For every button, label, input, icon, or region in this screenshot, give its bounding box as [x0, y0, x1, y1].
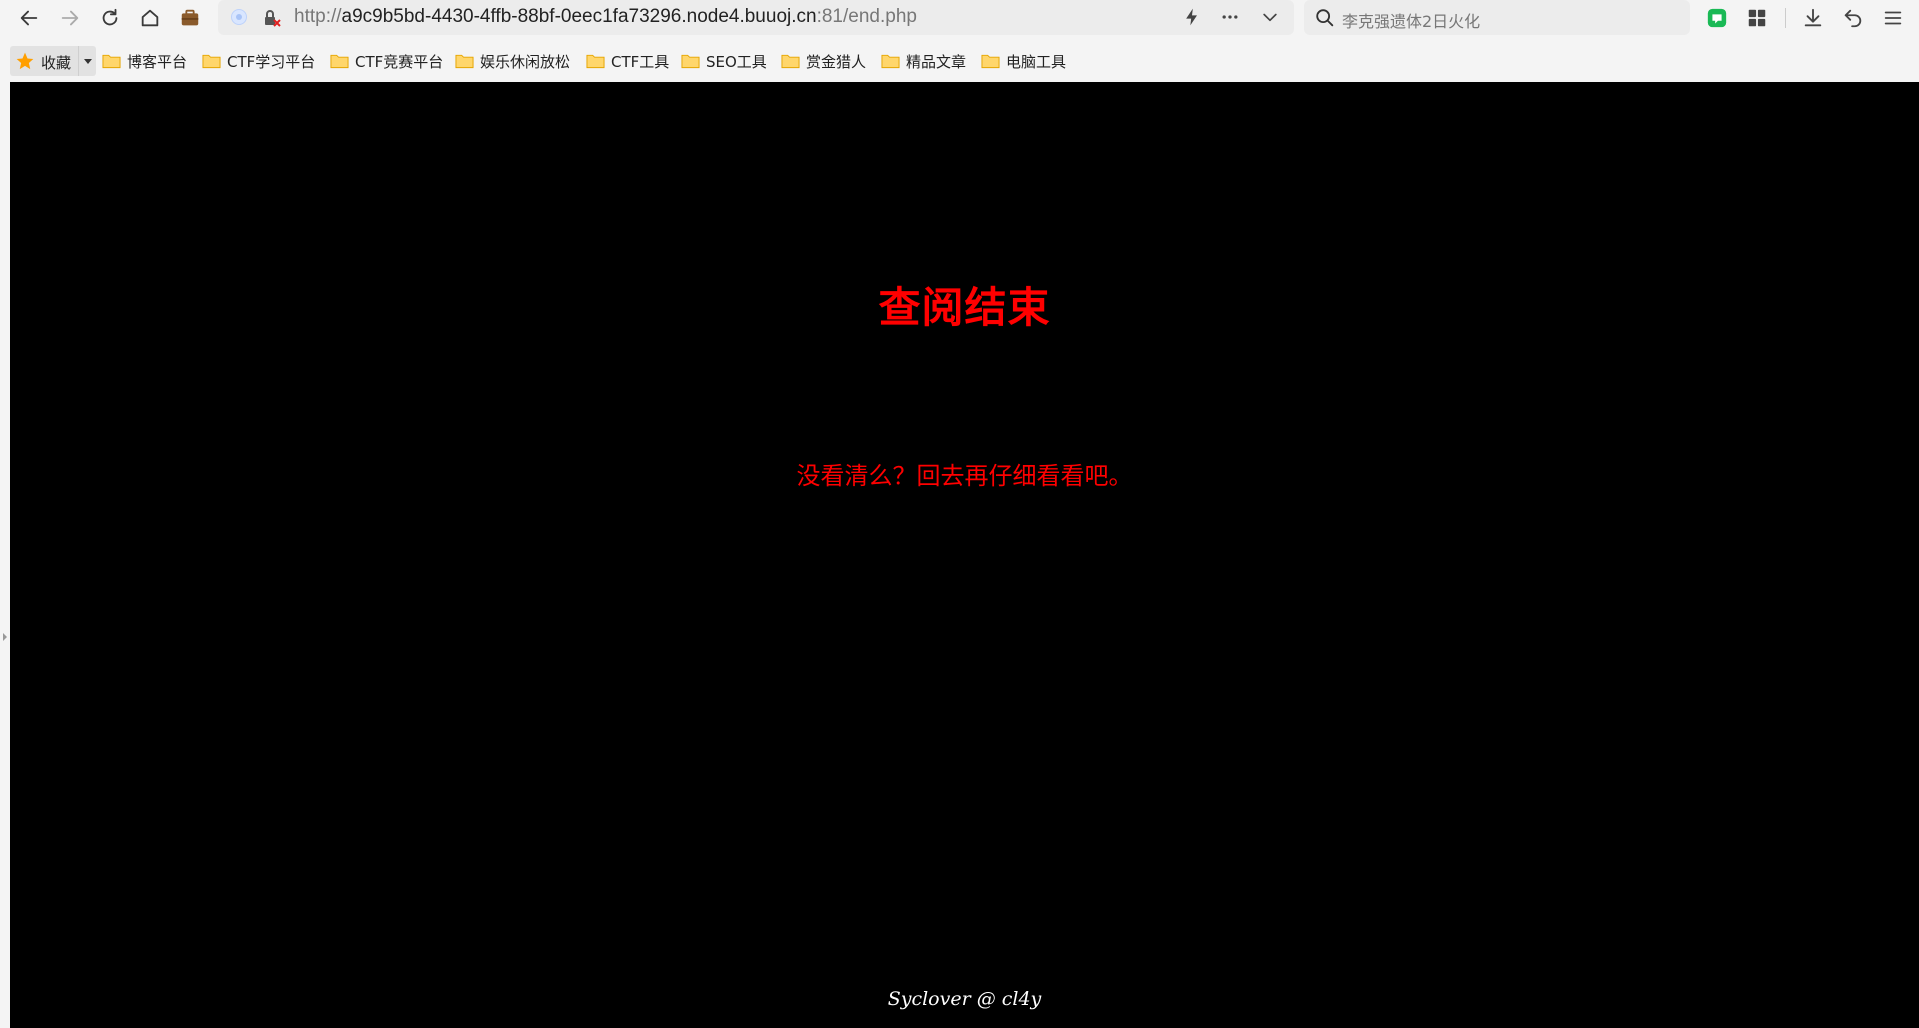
folder-icon [781, 54, 800, 69]
url-text[interactable]: http://a9c9b5bd-4430-4ffb-88bf-0eec1fa73… [294, 6, 917, 28]
wechat-icon [1707, 8, 1727, 28]
bookmark-label: CTF竞赛平台 [355, 52, 444, 71]
wechat-button[interactable] [1701, 2, 1733, 34]
search-box[interactable]: 李克强遗体2日火化 [1304, 0, 1690, 35]
page-viewport: 查阅结束 没看清么？回去再仔细看看吧。 Syclover @ cl4y [10, 82, 1919, 1028]
expand-arrow-icon [3, 633, 7, 641]
folder-icon [330, 54, 349, 69]
bookmark-label: CTF工具 [611, 52, 670, 71]
url-host: a9c9b5bd-4430-4ffb-88bf-0eec1fa73296.nod… [341, 6, 817, 27]
favorites-dropdown[interactable] [78, 46, 96, 76]
bookmark-label: 博客平台 [127, 52, 188, 71]
back-icon [20, 10, 38, 26]
undo-icon [1844, 9, 1862, 28]
briefcase-icon [181, 9, 199, 26]
apps-grid-icon [1748, 9, 1766, 27]
folder-icon [102, 54, 121, 69]
reload-icon [102, 8, 118, 26]
bookmark-folder[interactable]: CTF学习平台 [202, 48, 315, 74]
apps-button[interactable] [1741, 2, 1773, 34]
download-icon [1804, 8, 1822, 27]
bookmark-label: 娱乐休闲放松 [480, 52, 571, 71]
favorites-button[interactable]: 收藏 [10, 46, 96, 76]
back-button[interactable] [13, 2, 45, 34]
folder-icon [202, 54, 221, 69]
address-bar[interactable]: http://a9c9b5bd-4430-4ffb-88bf-0eec1fa73… [218, 0, 1294, 35]
lightning-icon [1186, 8, 1197, 26]
favorites-label: 收藏 [41, 54, 72, 72]
url-path: :81/end.php [816, 6, 917, 27]
bookmark-folder[interactable]: 博客平台 [102, 48, 187, 74]
folder-icon [881, 54, 900, 69]
home-icon [141, 9, 159, 27]
folder-icon [981, 54, 1000, 69]
bookmark-folder[interactable]: SEO工具 [681, 48, 767, 74]
bookmark-label: 精品文章 [906, 52, 967, 71]
url-scheme: http:// [294, 6, 342, 27]
bookmark-label: CTF学习平台 [227, 52, 316, 71]
browser-toolbar: http://a9c9b5bd-4430-4ffb-88bf-0eec1fa73… [0, 0, 1919, 36]
bookmark-folder[interactable]: 精品文章 [881, 48, 966, 74]
menu-icon [1884, 11, 1902, 25]
dropdown-icon [1263, 13, 1277, 22]
insecure-lock-icon[interactable] [262, 8, 282, 28]
bookmark-folder[interactable]: 娱乐休闲放松 [455, 48, 570, 74]
page-footer: Syclover @ cl4y [887, 988, 1042, 1010]
bookmark-label: 赏金猎人 [806, 52, 867, 71]
bookmark-folder[interactable]: CTF竞赛平台 [330, 48, 443, 74]
toolbar-divider [1785, 8, 1786, 28]
bookmark-label: SEO工具 [706, 52, 767, 71]
search-icon [1316, 9, 1334, 27]
url-dropdown-button[interactable] [1258, 5, 1282, 29]
bookmark-label: 电脑工具 [1006, 52, 1067, 71]
bookmark-folder[interactable]: CTF工具 [586, 48, 669, 74]
folder-icon [586, 54, 605, 69]
bookmarks-bar: 收藏 博客平台 CTF学习平台 CTF竞赛平台 娱乐休闲放松 CTF工具 SEO… [0, 44, 1919, 78]
more-icon [1222, 15, 1238, 19]
forward-button[interactable] [54, 2, 86, 34]
briefcase-button[interactable] [174, 2, 206, 34]
undo-button[interactable] [1837, 2, 1869, 34]
home-button[interactable] [134, 2, 166, 34]
sidebar-collapse-handle[interactable] [0, 82, 10, 1028]
download-button[interactable] [1797, 2, 1829, 34]
bookmark-folder[interactable]: 电脑工具 [981, 48, 1066, 74]
lightning-button[interactable] [1180, 5, 1204, 29]
security-shield-icon[interactable] [231, 9, 247, 25]
bookmark-folder[interactable]: 赏金猎人 [781, 48, 866, 74]
star-icon [16, 52, 34, 70]
more-button[interactable] [1218, 5, 1242, 29]
page-title: 查阅结束 [878, 283, 1051, 332]
search-input-placeholder[interactable]: 李克强遗体2日火化 [1342, 8, 1480, 32]
folder-icon [681, 54, 700, 69]
forward-icon [61, 10, 79, 26]
folder-icon [455, 54, 474, 69]
menu-button[interactable] [1877, 2, 1909, 34]
reload-button[interactable] [94, 2, 126, 34]
page-message: 没看清么？回去再仔细看看吧。 [796, 462, 1133, 490]
